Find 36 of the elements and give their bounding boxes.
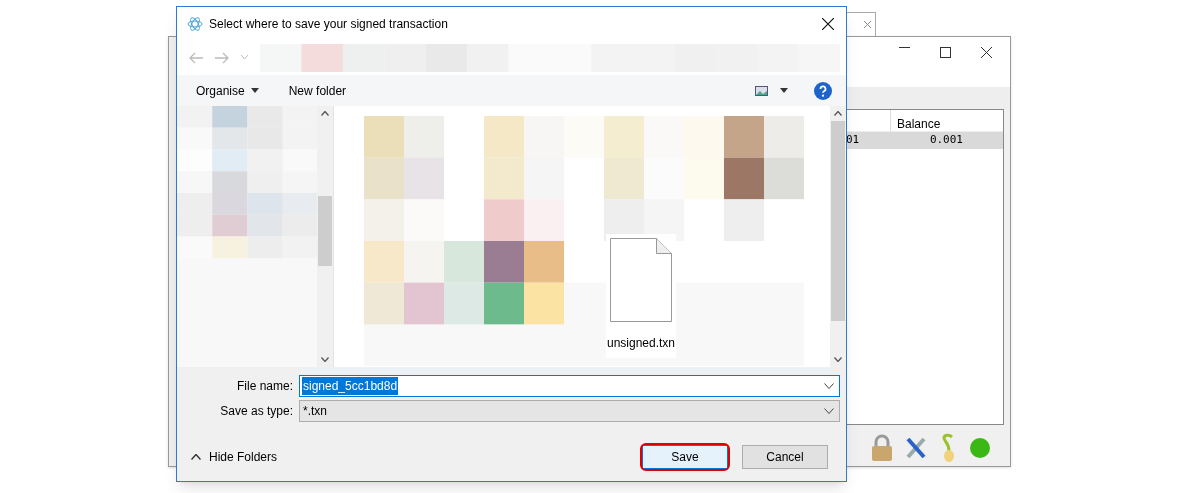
table-cell-text: 0.001	[928, 132, 964, 149]
scroll-down-icon[interactable]	[321, 357, 330, 362]
scroll-thumb[interactable]	[318, 196, 333, 266]
field-label: File name:	[235, 378, 294, 395]
chevron-down-icon	[824, 383, 834, 389]
document-icon	[610, 238, 672, 322]
caret-icon[interactable]	[780, 88, 788, 93]
scrollbar[interactable]	[317, 106, 333, 367]
maximize-icon[interactable]	[940, 47, 951, 58]
table-cell-text: 01	[846, 132, 861, 149]
close-icon[interactable]	[822, 17, 834, 30]
hide-folders-button[interactable]: Hide Folders	[191, 447, 278, 466]
help-icon[interactable]	[814, 81, 832, 100]
chevron-down-icon	[824, 408, 834, 414]
scroll-thumb[interactable]	[831, 121, 845, 321]
caret-icon	[250, 88, 259, 93]
close-icon[interactable]	[981, 47, 992, 58]
minimize-icon[interactable]	[899, 47, 910, 49]
scroll-down-icon[interactable]	[834, 357, 842, 362]
scrollbar[interactable]	[830, 106, 846, 367]
scroll-up-icon[interactable]	[321, 111, 330, 116]
organise-button[interactable]: Organise	[196, 81, 259, 100]
file-name: unsigned.txn	[606, 335, 676, 352]
column-header[interactable]: Balance	[891, 110, 1003, 131]
field-label: Save as type:	[219, 403, 294, 420]
file-name-field[interactable]: signed_5cc1bd8d	[299, 375, 840, 397]
image-icon[interactable]	[755, 85, 768, 96]
scroll-up-icon[interactable]	[834, 111, 842, 116]
window-title: Select where to save your signed transaction	[209, 15, 449, 33]
new-folder-button[interactable]: New folder	[288, 81, 347, 100]
file-type-dropdown[interactable]: *.txn	[299, 400, 840, 422]
dialog-button[interactable]: Cancel	[742, 444, 828, 469]
table-row[interactable]: 01 0.001	[846, 132, 1003, 149]
dialog-button[interactable]: Save	[642, 444, 728, 469]
atom-icon	[187, 15, 203, 32]
chevron-up-icon	[191, 453, 201, 460]
